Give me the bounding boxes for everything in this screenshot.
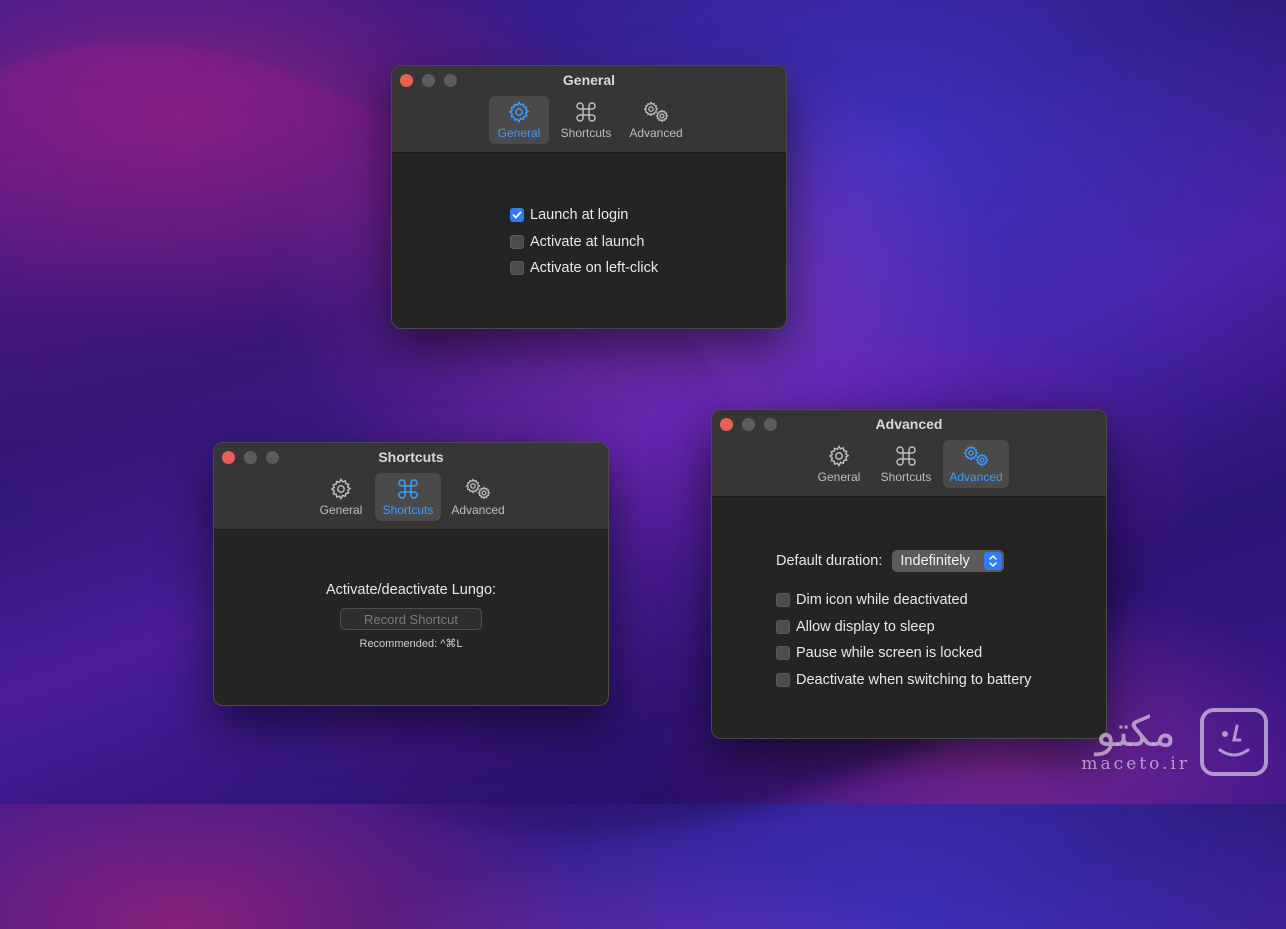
option-activate-at-launch[interactable]: Activate at launch [510,229,786,256]
option-label: Deactivate when switching to battery [796,671,1032,688]
tab-general[interactable]: General [809,440,869,488]
checkbox[interactable] [776,619,790,634]
tab-label: General [319,503,363,517]
option-deactivate-on-battery[interactable]: Deactivate when switching to battery [776,667,1106,694]
option-label: Launch at login [530,207,629,224]
general-content: Launch at login Activate at launch Activ… [392,153,786,282]
shortcut-prompt: Activate/deactivate Lungo: [325,582,497,598]
gear-icon [825,444,853,468]
gears-icon [962,444,990,468]
general-window: General General Shortcuts Advanced Launc… [391,65,787,329]
option-allow-display-sleep[interactable]: Allow display to sleep [776,614,1106,641]
toolbar-tabs: General Shortcuts Advanced [712,440,1106,488]
chevron-up-down-icon [983,552,1002,570]
shortcuts-window: Shortcuts General Shortcuts Advanced Act… [213,442,609,706]
toolbar-tabs: General Shortcuts Advanced [214,473,608,521]
gears-icon [642,100,670,124]
window-title: Shortcuts [378,449,444,465]
checkbox[interactable] [510,234,524,249]
command-icon [572,100,600,124]
tab-label: Shortcuts [880,470,932,484]
checkbox-checked[interactable] [510,208,524,223]
duration-value: Indefinitely [900,553,970,569]
recommended-shortcut: Recommended: ^⌘L [359,638,463,650]
shortcuts-content: Activate/deactivate Lungo: Record Shortc… [214,530,608,650]
tab-general[interactable]: General [311,473,371,521]
duration-select[interactable]: Indefinitely [892,550,1004,572]
tab-label: General [817,470,861,484]
tab-label: Advanced [949,470,1003,484]
checkmark-icon [511,209,523,221]
duration-label: Default duration: [776,553,883,569]
titlebar: Shortcuts General Shortcuts Advanced [214,443,608,530]
tab-advanced[interactable]: Advanced [623,96,689,144]
tab-shortcuts[interactable]: Shortcuts [553,96,619,144]
watermark-sub: maceto.ir [1081,754,1190,774]
option-activate-on-left-click[interactable]: Activate on left-click [510,255,786,282]
watermark-main: مکتو [1095,707,1176,756]
titlebar: General General Shortcuts Advanced [392,66,786,153]
advanced-content: Default duration: Indefinitely Dim icon … [712,497,1106,693]
option-pause-while-locked[interactable]: Pause while screen is locked [776,640,1106,667]
gear-icon [327,477,355,501]
tab-label: Shortcuts [560,126,612,140]
tab-label: Advanced [451,503,505,517]
tab-advanced[interactable]: Advanced [943,440,1009,488]
toolbar-tabs: General Shortcuts Advanced [392,96,786,144]
window-title: Advanced [875,416,943,432]
option-label: Pause while screen is locked [796,645,983,662]
titlebar: Advanced General Shortcuts Advanced [712,410,1106,497]
tab-label: Shortcuts [382,503,434,517]
record-shortcut-button[interactable]: Record Shortcut [340,608,482,630]
window-title: General [562,72,616,88]
checkbox[interactable] [776,593,790,608]
tab-label: General [497,126,541,140]
command-icon [892,444,920,468]
watermark-text: مکتو maceto.ir [1081,707,1190,775]
gear-icon [505,100,533,124]
tab-shortcuts[interactable]: Shortcuts [375,473,441,521]
watermark: مکتو maceto.ir [1081,708,1268,776]
command-icon [394,477,422,501]
tab-label: Advanced [629,126,683,140]
option-label: Activate on left-click [530,260,659,277]
option-label: Allow display to sleep [796,618,935,635]
option-label: Activate at launch [530,233,645,250]
smiley-logo-icon [1200,708,1268,776]
checkbox[interactable] [510,261,524,276]
checkbox[interactable] [776,672,790,687]
duration-row: Default duration: Indefinitely [776,550,1106,572]
option-label: Dim icon while deactivated [796,592,968,609]
gears-icon [464,477,492,501]
advanced-window: Advanced General Shortcuts Advanced Defa… [711,409,1107,739]
tab-general[interactable]: General [489,96,549,144]
tab-advanced[interactable]: Advanced [445,473,511,521]
option-dim-icon[interactable]: Dim icon while deactivated [776,587,1106,614]
tab-shortcuts[interactable]: Shortcuts [873,440,939,488]
option-launch-at-login[interactable]: Launch at login [510,202,786,229]
checkbox[interactable] [776,646,790,661]
